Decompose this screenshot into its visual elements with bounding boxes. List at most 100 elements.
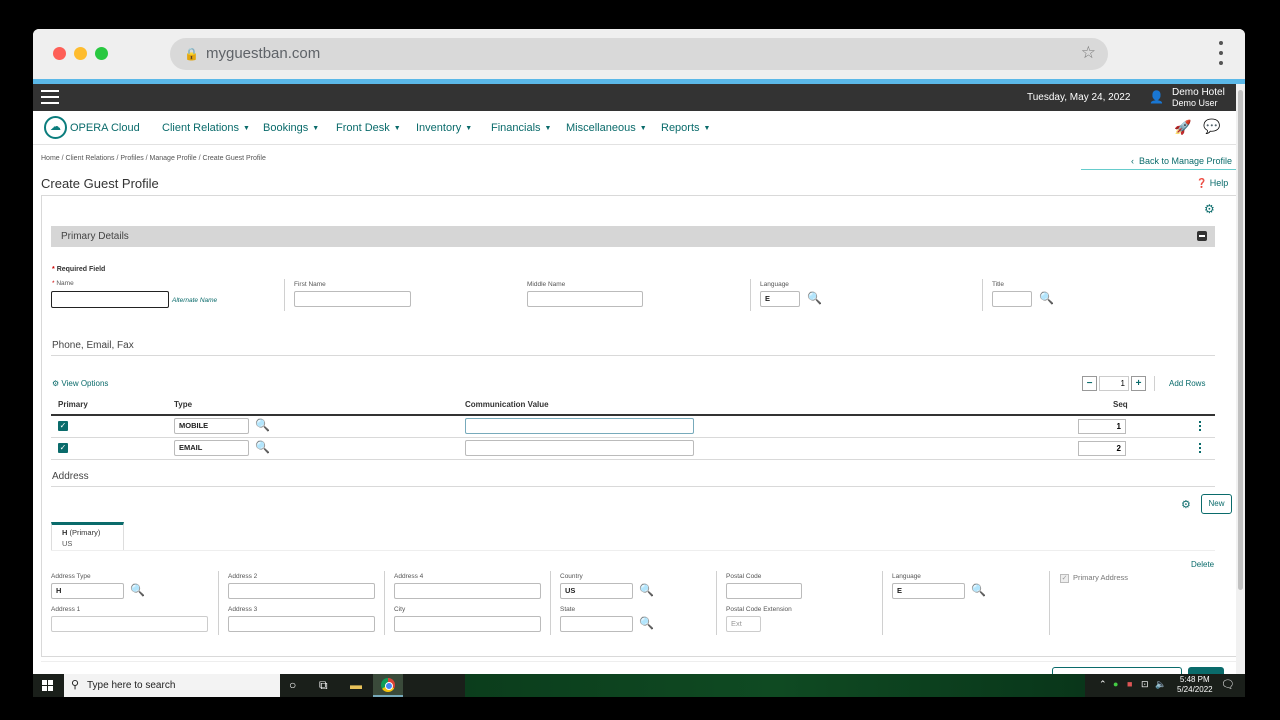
country-search-icon[interactable]: 🔍 [639, 583, 654, 597]
nav-bookings[interactable]: Bookings ▼ [263, 122, 319, 134]
address-type-search-icon[interactable]: 🔍 [130, 583, 145, 597]
rocket-icon[interactable]: 🚀 [1174, 119, 1191, 136]
chat-icon[interactable]: 💬 [1203, 118, 1220, 135]
delete-address-link[interactable]: Delete [1191, 560, 1214, 569]
nav-reports[interactable]: Reports ▼ [661, 122, 710, 134]
address-language-search-icon[interactable]: 🔍 [971, 583, 986, 597]
page-scrollbar[interactable] [1236, 84, 1245, 674]
row-menu-icon[interactable] [1198, 421, 1202, 433]
seq-input[interactable]: 2 [1078, 441, 1126, 456]
language-search-icon[interactable]: 🔍 [807, 291, 822, 305]
communication-value-input[interactable] [465, 418, 694, 434]
title-search-icon[interactable]: 🔍 [1039, 291, 1054, 305]
help-link[interactable]: ❓ Help [1196, 178, 1228, 189]
task-view-icon[interactable]: ⧉ [319, 678, 328, 693]
address-type-input[interactable]: H [51, 583, 124, 599]
primary-checkbox[interactable]: ✓ [58, 443, 68, 453]
state-search-icon[interactable]: 🔍 [639, 616, 654, 630]
type-input[interactable]: EMAIL [174, 440, 249, 456]
primary-details-header[interactable]: Primary Details [51, 226, 1215, 247]
new-address-button[interactable]: New [1201, 494, 1232, 514]
bookmark-star-icon[interactable]: ☆ [1081, 43, 1096, 63]
address-language-input[interactable]: E [892, 583, 965, 599]
volume-icon[interactable]: 🔈 [1155, 679, 1166, 690]
middle-name-input[interactable] [527, 291, 643, 307]
gear-icon[interactable]: ⚙ [1204, 202, 1215, 216]
address2-input[interactable] [228, 583, 375, 599]
windows-start-icon[interactable] [42, 680, 53, 691]
footer-button-partial[interactable] [1052, 667, 1182, 674]
postal-code-input[interactable] [726, 583, 802, 599]
address4-input[interactable] [394, 583, 541, 599]
country-input[interactable]: US [560, 583, 633, 599]
file-explorer-icon[interactable]: ▬ [350, 678, 362, 692]
caret-down-icon: ▼ [393, 125, 401, 132]
breadcrumb[interactable]: Home / Client Relations / Profiles / Man… [41, 155, 266, 162]
taskbar-clock[interactable]: 5:48 PM 5/24/2022 [1177, 675, 1213, 695]
first-name-input[interactable] [294, 291, 411, 307]
communication-value-input[interactable] [465, 440, 694, 456]
state-input[interactable] [560, 616, 633, 632]
name-input[interactable] [51, 291, 169, 308]
address-type-label: Address Type [51, 573, 91, 580]
required-note: * Required Field [52, 266, 106, 273]
minimize-window-button[interactable] [74, 47, 87, 60]
language-input[interactable]: E [760, 291, 800, 307]
user-hotel-info[interactable]: Demo Hotel Demo User [1172, 87, 1225, 109]
help-icon: ❓ [1196, 178, 1208, 188]
add-rows-link[interactable]: Add Rows [1169, 379, 1205, 388]
network-icon[interactable]: ⊡ [1141, 679, 1149, 690]
taskbar-search[interactable]: ⚲ Type here to search [64, 674, 280, 697]
phone-email-fax-title: Phone, Email, Fax [52, 340, 134, 351]
city-input[interactable] [394, 616, 541, 632]
type-input[interactable]: MOBILE [174, 418, 249, 434]
nav-front-desk[interactable]: Front Desk ▼ [336, 122, 401, 134]
city-label: City [394, 606, 406, 613]
chrome-icon[interactable] [381, 678, 395, 692]
tray-app-icon[interactable]: ● [1113, 679, 1118, 689]
maximize-window-button[interactable] [95, 47, 108, 60]
name-label: * Name [52, 280, 74, 287]
tray-chevron-icon[interactable]: ⌃ [1099, 679, 1107, 690]
row-menu-icon[interactable] [1198, 443, 1202, 455]
brand-name[interactable]: OPERA Cloud [70, 122, 140, 134]
view-options-link[interactable]: ⚙ View Options [52, 379, 108, 388]
stepper-value[interactable]: 1 [1099, 376, 1129, 391]
postal-ext-input[interactable]: Ext [726, 616, 761, 632]
increment-button[interactable]: + [1131, 376, 1146, 391]
user-icon[interactable]: 👤 [1149, 90, 1164, 104]
browser-menu-icon[interactable] [1218, 41, 1224, 67]
col-primary: Primary [58, 400, 88, 409]
back-to-manage-profile-link[interactable]: ‹ Back to Manage Profile [1131, 156, 1232, 166]
address1-input[interactable] [51, 616, 208, 632]
footer-primary-button-partial[interactable] [1188, 667, 1224, 674]
nav-client-relations[interactable]: Client Relations ▼ [162, 122, 250, 134]
alternate-name-link[interactable]: Alternate Name [172, 297, 217, 304]
hamburger-menu-icon[interactable] [41, 90, 59, 105]
tray-app-icon[interactable]: ■ [1127, 679, 1132, 689]
opera-cloud-logo-icon[interactable]: ☁ [44, 116, 67, 139]
gear-icon: ⚙ [52, 379, 60, 388]
postal-ext-label: Postal Code Extension [726, 606, 792, 613]
col-communication-value: Communication Value [465, 400, 549, 409]
nav-financials[interactable]: Financials ▼ [491, 122, 551, 134]
decrement-button[interactable]: − [1082, 376, 1097, 391]
collapse-icon[interactable] [1197, 231, 1207, 241]
gear-icon[interactable]: ⚙ [1181, 498, 1191, 511]
nav-inventory[interactable]: Inventory ▼ [416, 122, 472, 134]
notifications-icon[interactable]: 🗨 [1221, 678, 1235, 691]
scrollbar-thumb[interactable] [1238, 90, 1243, 590]
close-window-button[interactable] [53, 47, 66, 60]
address-bar[interactable]: 🔒 myguestban.com ☆ [170, 38, 1108, 70]
type-search-icon[interactable]: 🔍 [255, 440, 270, 454]
type-search-icon[interactable]: 🔍 [255, 418, 270, 432]
primary-checkbox[interactable]: ✓ [58, 421, 68, 431]
primary-address-checkbox[interactable]: ✓ Primary Address [1060, 573, 1128, 583]
seq-input[interactable]: 1 [1078, 419, 1126, 434]
address-tab-primary[interactable]: H (Primary) US [51, 522, 124, 550]
language-label: Language [760, 281, 789, 288]
address3-input[interactable] [228, 616, 375, 632]
cortana-icon[interactable]: ○ [289, 678, 296, 692]
title-input[interactable] [992, 291, 1032, 307]
nav-miscellaneous[interactable]: Miscellaneous ▼ [566, 122, 647, 134]
